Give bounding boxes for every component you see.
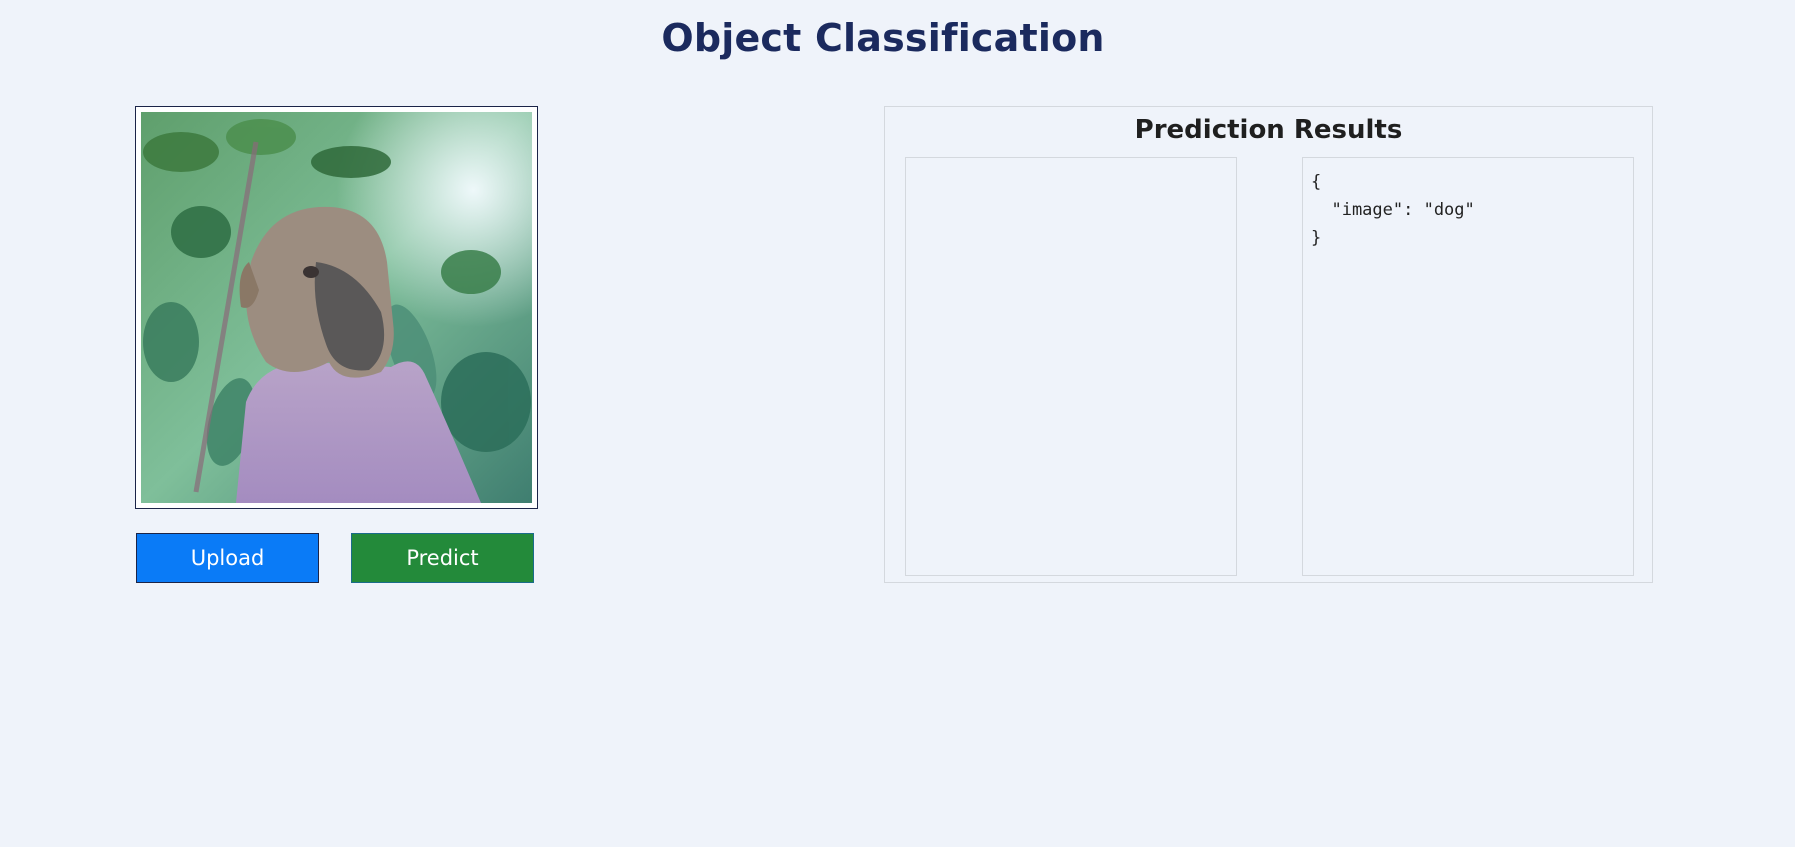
image-preview — [135, 106, 538, 509]
prediction-results-panel: Prediction Results { "image": "dog" } — [884, 106, 1653, 583]
upload-button[interactable]: Upload — [136, 533, 319, 583]
predict-button[interactable]: Predict — [351, 533, 534, 583]
results-title: Prediction Results — [1134, 115, 1403, 145]
dog-photo — [141, 112, 532, 503]
page-title: Object Classification — [661, 16, 1105, 60]
result-image-box — [905, 157, 1237, 576]
result-json-box: { "image": "dog" } — [1302, 157, 1634, 576]
json-output: { "image": "dog" } — [1311, 172, 1475, 248]
